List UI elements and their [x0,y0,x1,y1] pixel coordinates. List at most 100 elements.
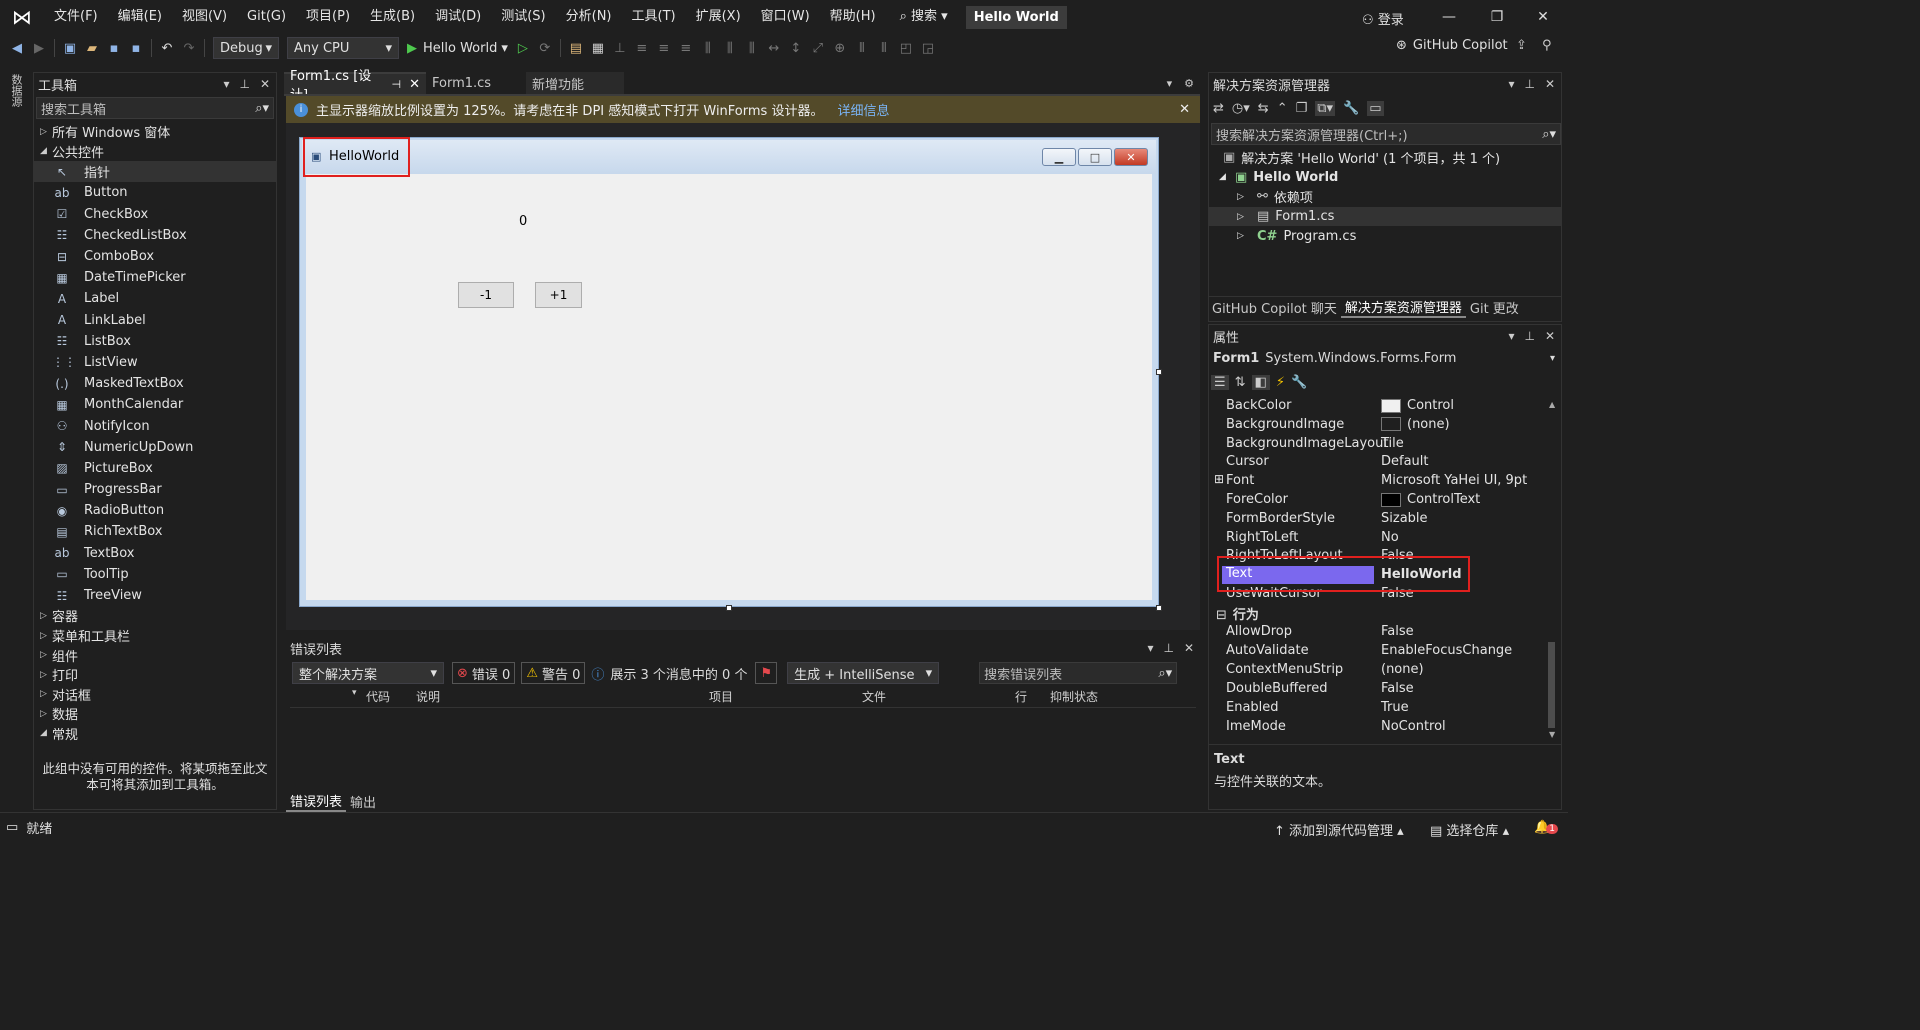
menu-item-9[interactable]: 工具(T) [622,0,686,34]
size-icon-1[interactable]: ↔ [763,37,785,59]
close-icon[interactable]: ✕ [260,77,270,91]
properties-scrollbar[interactable]: ▲ ▼ [1546,398,1558,742]
resize-handle-bottom[interactable] [726,605,732,611]
minimize-icon[interactable]: — [1426,0,1472,34]
pin-icon[interactable]: ⊥ [1163,641,1173,655]
toolbox-group-collapsed[interactable]: ▷ 组件 [34,645,276,665]
property-value[interactable]: (none) [1381,417,1450,432]
menu-item-11[interactable]: 窗口(W) [751,0,820,34]
toolbox-item-checkbox[interactable]: ☑ CheckBox [34,204,276,225]
menu-item-8[interactable]: 分析(N) [556,0,622,34]
align-icon-7[interactable]: ⫼ [741,37,763,59]
add-source-control-button[interactable]: ↑ 添加到源代码管理 ▴ [1274,820,1404,839]
toolbox-group-collapsed[interactable]: ▷ 对话框 [34,685,276,705]
order-icon-1[interactable]: ◰ [895,37,917,59]
menu-item-1[interactable]: 编辑(E) [108,0,172,34]
data-sources-tab[interactable]: 数据源 [8,74,24,107]
column-suppression[interactable]: 抑制状态 [1050,688,1098,705]
toolbox-item-picturebox[interactable]: ▨ PictureBox [34,458,276,479]
toolbox-item-button[interactable]: ab Button [34,182,276,203]
property-value[interactable]: EnableFocusChange [1381,643,1512,658]
property-value[interactable]: Sizable [1381,511,1428,526]
tab-form1-code[interactable]: Form1.cs [426,72,526,94]
tab-error-list[interactable]: 错误列表 [286,791,347,812]
settings-icon[interactable]: ⚙ [1184,77,1194,90]
tab-git-changes[interactable]: Git 更改 [1466,298,1523,317]
align-icon-2[interactable]: ≡ [631,37,653,59]
spacing-icon-1[interactable]: ⦀ [851,37,873,59]
dependencies-node[interactable]: ▷ ⚯ 依赖项 [1209,187,1561,207]
tab-whats-new[interactable]: 新增功能 [526,72,624,94]
property-row-enabled[interactable]: Enabled True [1222,699,1546,718]
dropdown-icon[interactable]: ▾ [1147,641,1153,655]
property-row-formborderstyle[interactable]: FormBorderStyle Sizable [1222,510,1546,529]
toolbox-item-treeview[interactable]: ☷ TreeView [34,585,276,606]
toolbox-item-listview[interactable]: ⋮⋮ ListView [34,352,276,373]
refresh-icon[interactable]: ⇆ [1258,101,1269,116]
open-icon[interactable]: ▰ [81,37,103,59]
toolbox-item-checkedlistbox[interactable]: ☷ CheckedListBox [34,225,276,246]
column-project[interactable]: 项目 [709,688,733,705]
details-link[interactable]: 详细信息 [837,100,889,119]
build-filter-dropdown[interactable]: 生成 + IntelliSense ▾ [787,662,940,684]
expand-icon[interactable]: ◢ [1219,172,1235,182]
toolbox-item-label[interactable]: A Label [34,288,276,309]
property-row-imemode[interactable]: ImeMode NoControl [1222,718,1546,737]
property-row-forecolor[interactable]: ForeColor ControlText [1222,491,1546,510]
error-search-input[interactable]: 搜索错误列表 ⌕▾ [979,662,1178,684]
object-selector[interactable]: Form1 System.Windows.Forms.Form ▾ [1209,347,1561,369]
github-copilot-button[interactable]: ⊛ GitHub Copilot [1396,38,1508,53]
pin-icon[interactable]: ⊥ [239,77,249,91]
property-row-font[interactable]: ⊞ Font Microsoft YaHei UI, 9pt [1214,472,1546,491]
browse-icon[interactable]: ▤ [565,37,587,59]
restore-icon[interactable]: ❐ [1474,0,1520,34]
column-code[interactable]: 代码 [366,688,390,705]
close-info-icon[interactable]: ✕ [1179,102,1200,117]
property-value[interactable]: ControlText [1381,492,1480,507]
category-behavior[interactable]: ⊟ 行为 [1216,604,1259,623]
categorized-icon[interactable]: ☰ [1211,374,1229,390]
property-row-cursor[interactable]: Cursor Default [1222,453,1546,472]
undo-icon[interactable]: ↶ [156,37,178,59]
menu-item-5[interactable]: 生成(B) [360,0,425,34]
tab-list-icon[interactable]: ▾ [1167,77,1173,90]
expand-icon[interactable]: ▷ [1237,231,1257,241]
close-tab-icon[interactable]: ✕ [409,77,420,92]
column-description[interactable]: 说明 [416,688,440,705]
menu-item-12[interactable]: 帮助(H) [820,0,886,34]
messages-filter-button[interactable]: ⓘ 展示 3 个消息中的 0 个 [591,664,747,683]
solution-node[interactable]: ▣ 解决方案 'Hello World' (1 个项目，共 1 个) [1209,148,1561,168]
tab-form1-design[interactable]: Form1.cs [设计] ⊣ ✕ [284,69,426,103]
toolbox-group-collapsed[interactable]: ▷ 数据 [34,704,276,724]
property-value[interactable]: False [1381,681,1414,696]
visual-studio-logo-icon[interactable]: ⋈ [0,0,44,34]
menu-item-10[interactable]: 扩展(X) [686,0,751,34]
size-icon-3[interactable]: ⤢ [807,37,829,59]
save-all-icon[interactable]: ▪ [125,37,147,59]
size-icon-2[interactable]: ↕ [785,37,807,59]
menu-item-3[interactable]: Git(G) [237,0,296,34]
property-row-backgroundimagelayout[interactable]: BackgroundImageLayout Tile [1222,435,1546,454]
property-row-allowdrop[interactable]: AllowDrop False [1222,623,1546,642]
search-button[interactable]: ⌕ 搜索 ▾ [894,0,954,34]
forward-icon[interactable]: ▶ [28,37,50,59]
toolbox-item-maskedtextbox[interactable]: (.) MaskedTextBox [34,373,276,394]
toolbox-group-collapsed[interactable]: ▷ 菜单和工具栏 [34,626,276,646]
menu-item-6[interactable]: 调试(D) [425,0,491,34]
property-value[interactable]: NoControl [1381,719,1446,734]
order-icon-2[interactable]: ◲ [917,37,939,59]
toolbox-item-指针[interactable]: ↖ 指针 [34,161,276,183]
program-node[interactable]: ▷ C# Program.cs [1209,226,1561,246]
events-icon[interactable]: ⚡ [1276,375,1285,390]
close-icon[interactable]: ✕ [1520,0,1566,34]
history-icon[interactable]: ◷▾ [1232,101,1250,116]
scrollbar-thumb[interactable] [1548,642,1555,728]
toolbox-item-datetimepicker[interactable]: ▦ DateTimePicker [34,267,276,288]
filter-icon[interactable]: ⚑ [755,662,778,684]
alphabetical-icon[interactable]: ⇅ [1235,375,1246,390]
dropdown-icon[interactable]: ▾ [223,77,229,91]
warnings-filter-button[interactable]: ⚠ 警告 0 [521,662,586,684]
plus-button[interactable]: +1 [535,282,582,308]
toolbox-group-common-controls[interactable]: ◢ 公共控件 [34,142,276,162]
toolbox-item-textbox[interactable]: ab TextBox [34,543,276,564]
